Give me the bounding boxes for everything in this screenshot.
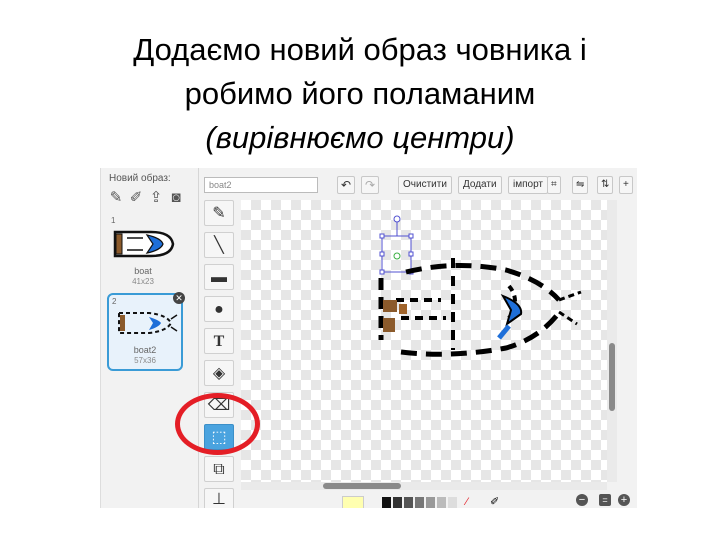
brush-tool-icon[interactable]: ✎	[204, 200, 234, 226]
text-tool-icon[interactable]: T	[204, 328, 234, 354]
color-swatch[interactable]	[404, 497, 413, 508]
import-button[interactable]: імпорт	[508, 176, 548, 194]
new-costume-label: Новий образ:	[109, 173, 171, 184]
vertical-scrollbar[interactable]	[607, 200, 617, 482]
color-swatch[interactable]	[448, 497, 457, 508]
color-swatch[interactable]	[415, 497, 424, 508]
undo-icon[interactable]: ↶	[337, 176, 356, 194]
costume-thumbnail-boat[interactable]	[107, 224, 179, 264]
costume-name-input[interactable]: boat2	[204, 177, 318, 193]
color-swatch[interactable]	[437, 497, 446, 508]
pencil-icon[interactable]: ✐	[127, 190, 145, 206]
rectangle-tool-icon[interactable]: ▬	[204, 264, 234, 290]
flip-vertical-icon[interactable]: ⇅	[597, 176, 614, 194]
pencil-icon[interactable]: ✐	[490, 495, 499, 508]
set-center-icon[interactable]: +	[619, 176, 633, 194]
costume-panel: Новий образ: ✎ ✐ ⇪ ◙ 1 boat 41x23 2 boat…	[101, 168, 199, 508]
slide-title-line-1: Додаємо новий образ човника і	[133, 32, 587, 67]
costume-name: boat	[134, 266, 152, 276]
broken-boat-drawing	[378, 215, 582, 357]
fill-tool-icon[interactable]: ◈	[204, 360, 234, 386]
paint-canvas[interactable]	[241, 200, 607, 482]
costume-size: 41x23	[132, 277, 154, 286]
color-swatch[interactable]	[382, 497, 391, 508]
camera-icon[interactable]: ◙	[167, 190, 185, 206]
upload-icon[interactable]: ⇪	[147, 190, 165, 206]
costume-thumbnail-boat2[interactable]: 2 boat2 57x36	[107, 293, 183, 371]
flip-horizontal-icon[interactable]: ⇋	[572, 176, 589, 194]
ellipse-tool-icon[interactable]: ●	[204, 296, 234, 322]
highlight-circle	[175, 393, 260, 455]
current-color-swatch[interactable]	[342, 496, 364, 508]
vertical-scroll-thumb[interactable]	[609, 343, 615, 411]
zoom-out-icon[interactable]: −	[576, 494, 588, 506]
color-swatch[interactable]	[426, 497, 435, 508]
boat-icon	[113, 230, 175, 258]
clear-button[interactable]: Очистити	[398, 176, 452, 194]
redo-icon[interactable]: ↷	[361, 176, 380, 194]
crop-icon[interactable]: ⌗	[547, 176, 561, 194]
slide-title-line-3: (вирівнюємо центри)	[205, 120, 515, 155]
scratch-costume-editor-screenshot: Новий образ: ✎ ✐ ⇪ ◙ 1 boat 41x23 2 boat…	[100, 168, 637, 508]
no-color-icon[interactable]: ⁄	[466, 496, 478, 508]
horizontal-scrollbar[interactable]	[241, 482, 607, 490]
bottom-bar: ⁄ ✐ − = +	[204, 494, 634, 508]
delete-costume-button[interactable]: ✕	[173, 292, 185, 304]
add-button[interactable]: Додати	[458, 176, 502, 194]
color-swatch[interactable]	[393, 497, 402, 508]
broken-boat-icon	[118, 312, 178, 334]
zoom-reset-icon[interactable]: =	[599, 494, 611, 506]
duplicate-tool-icon[interactable]: ⧉	[204, 456, 234, 482]
zoom-in-icon[interactable]: +	[618, 494, 630, 506]
brush-icon[interactable]: ✎	[107, 190, 125, 206]
costume-size: 57x36	[134, 356, 156, 365]
horizontal-scroll-thumb[interactable]	[323, 483, 401, 489]
costume-name: boat2	[133, 345, 157, 355]
slide-title-line-2: робимо його поламаним	[184, 76, 536, 111]
line-tool-icon[interactable]: ╲	[204, 232, 234, 258]
